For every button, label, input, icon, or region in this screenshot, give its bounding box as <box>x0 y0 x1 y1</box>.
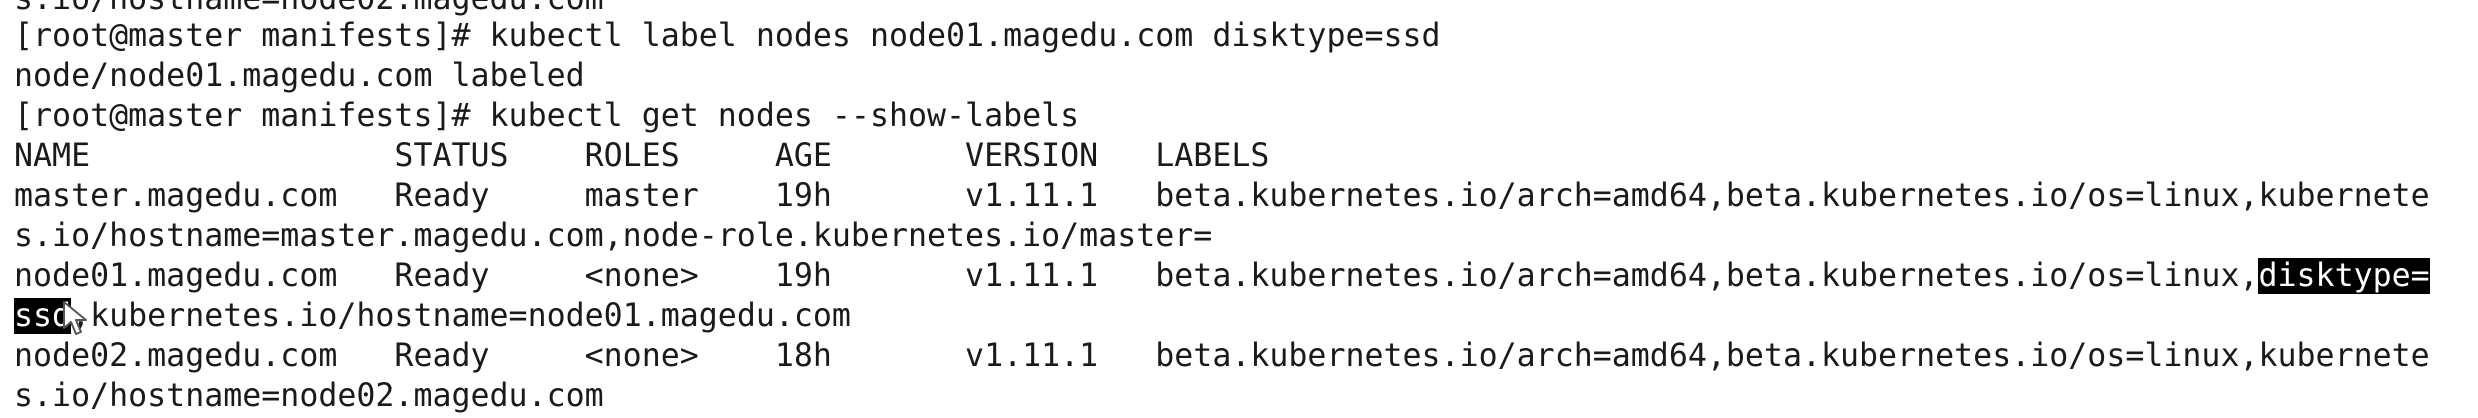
terminal-row-node01-wrap-text: ,kubernetes.io/hostname=node01.magedu.co… <box>71 298 851 334</box>
terminal-line-2: [root@master manifests]# kubectl label n… <box>14 18 1441 54</box>
terminal-row-node02: node02.magedu.com Ready <none> 18h v1.11… <box>14 338 2430 374</box>
terminal-table-header: NAME STATUS ROLES AGE VERSION LABELS <box>14 138 1270 174</box>
terminal-row-master-wrap: s.io/hostname=master.magedu.com,node-rol… <box>14 218 1213 254</box>
terminal-row-node01-text: node01.magedu.com Ready <none> 19h v1.11… <box>14 258 2259 294</box>
terminal-row-node01-wrap: ssd,kubernetes.io/hostname=node01.magedu… <box>14 296 851 336</box>
mouse-pointer-icon <box>63 301 87 335</box>
terminal-row-master: master.magedu.com Ready master 19h v1.11… <box>14 178 2430 214</box>
terminal-row-node01: node01.magedu.com Ready <none> 19h v1.11… <box>14 256 2430 296</box>
terminal-output[interactable]: s.io/hostname=node02.magedu.com [root@ma… <box>0 0 2478 418</box>
terminal-row-node02-wrap: s.io/hostname=node02.magedu.com <box>14 378 604 414</box>
terminal-line-4: [root@master manifests]# kubectl get nod… <box>14 98 1080 134</box>
terminal-line-3: node/node01.magedu.com labeled <box>14 58 585 94</box>
selected-text-disktype: disktype= <box>2258 258 2430 294</box>
